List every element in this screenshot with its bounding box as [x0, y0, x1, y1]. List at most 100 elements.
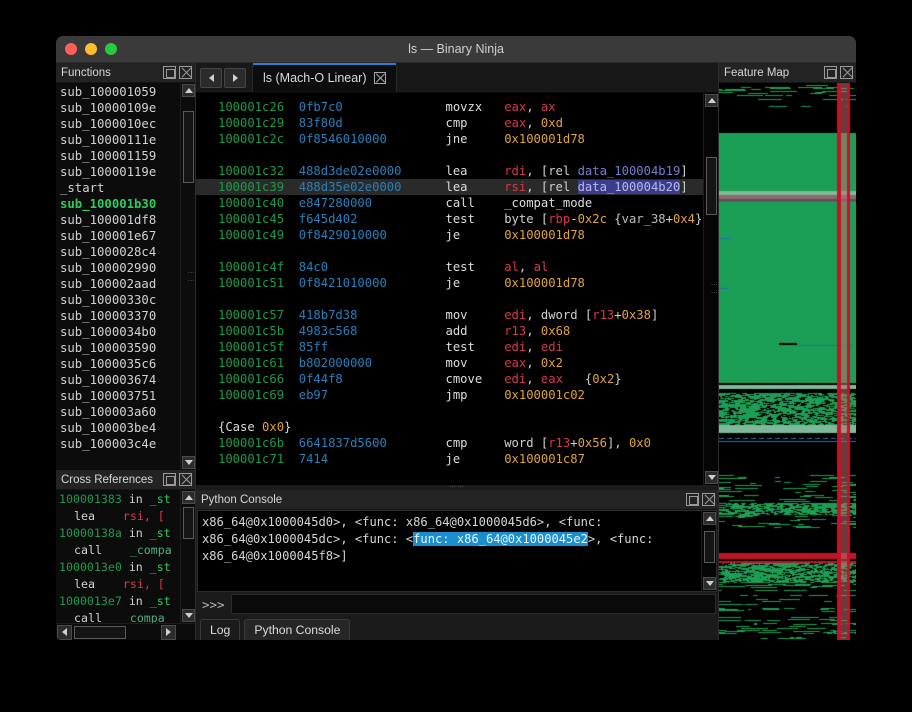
xref-scrollbar[interactable] — [180, 490, 195, 623]
close-icon[interactable] — [840, 66, 853, 79]
disassembly-case-label: {Case 0x0} — [218, 420, 292, 434]
popout-icon[interactable] — [686, 493, 699, 506]
feature-map[interactable] — [719, 83, 856, 640]
xref-address-row[interactable]: 1000013e7 in _st — [56, 593, 180, 610]
disassembly-line[interactable]: 100001c45 f645d402 test byte [rbp-0x2c {… — [196, 211, 703, 227]
console-input[interactable] — [230, 594, 716, 614]
tab-python-console[interactable]: Python Console — [244, 619, 351, 640]
scroll-up-icon[interactable] — [182, 491, 195, 504]
scrollbar-thumb[interactable] — [706, 157, 717, 215]
scroll-down-icon[interactable] — [705, 471, 718, 484]
xref-instruction-row[interactable]: call compa — [56, 610, 180, 623]
nav-back-button[interactable] — [200, 68, 222, 88]
scroll-up-icon[interactable] — [703, 512, 716, 525]
disassembly-line[interactable]: 100001c71 7414 je 0x100001c87 — [196, 451, 703, 467]
xref-address-row[interactable]: 10000138a in _st — [56, 525, 180, 542]
function-list-item[interactable]: sub_100003be4 — [56, 420, 180, 436]
scrollbar-thumb[interactable] — [704, 531, 715, 563]
xref-address-row[interactable]: 1000013e0 in _st — [56, 559, 180, 576]
function-list-item[interactable]: sub_100003590 — [56, 340, 180, 356]
disassembly-line[interactable]: 100001c29 83f80d cmp eax, 0xd — [196, 115, 703, 131]
scroll-up-icon[interactable] — [182, 84, 195, 97]
panel-resize-grip[interactable]: ⋮⋮ — [186, 269, 194, 285]
minimize-window-button[interactable] — [85, 43, 97, 55]
disassembly-line[interactable]: 100001c32 488d3de02e0000 lea rdi, [rel d… — [196, 163, 703, 179]
tab-log[interactable]: Log — [200, 619, 241, 640]
scrollbar-thumb[interactable] — [183, 507, 194, 539]
function-list-item[interactable]: sub_1000035c6 — [56, 356, 180, 372]
feature-map-sidebar: Feature Map — [718, 63, 856, 640]
functions-list[interactable]: sub_100001059 sub_10000109e sub_1000010ec s… — [56, 83, 180, 470]
disassembly-line[interactable]: 100001c39 488d35e02e0000 lea rsi, [rel d… — [196, 179, 703, 195]
feature-map-canvas[interactable] — [719, 83, 856, 640]
function-list-item[interactable]: sub_100001df8 — [56, 212, 180, 228]
close-window-button[interactable] — [65, 43, 77, 55]
scroll-down-icon[interactable] — [182, 609, 195, 622]
function-list-item[interactable]: sub_100003a60 — [56, 404, 180, 420]
disassembly-scrollbar[interactable]: ⋮⋮ — [703, 93, 718, 485]
function-list-item[interactable]: sub_10000109e — [56, 100, 180, 116]
function-list-item[interactable]: sub_100003751 — [56, 388, 180, 404]
xref-instruction-row[interactable]: call _compa — [56, 542, 180, 559]
function-list-item[interactable]: sub_100001059 — [56, 84, 180, 100]
disassembly-line[interactable]: 100001c4f 84c0 test al, al — [196, 259, 703, 275]
disassembly-line[interactable]: 100001c57 418b7d38 mov edi, dword [r13+0… — [196, 307, 703, 323]
xref-instruction-row[interactable]: lea rsi, [ — [56, 576, 180, 593]
function-list-item[interactable]: sub_100002990 — [56, 260, 180, 276]
scroll-up-icon[interactable] — [705, 94, 718, 107]
xref-address-row[interactable]: 100001383 in _st — [56, 491, 180, 508]
tab-ls-macho-linear[interactable]: ls (Mach-O Linear) — [252, 63, 397, 92]
disassembly-view[interactable]: 100001c26 0fb7c0 movzx eax, ax 100001c29 … — [196, 93, 703, 485]
console-scrollbar[interactable] — [701, 511, 716, 591]
function-list-item[interactable]: sub_100003370 — [56, 308, 180, 324]
function-list-item[interactable]: sub_100001e67 — [56, 228, 180, 244]
scroll-down-icon[interactable] — [703, 577, 716, 590]
function-list-item[interactable]: sub_10000330c — [56, 292, 180, 308]
function-list-item[interactable]: sub_1000028c4 — [56, 244, 180, 260]
function-list-item[interactable]: sub_100001159 — [56, 148, 180, 164]
function-list-item[interactable]: sub_10000111e — [56, 132, 180, 148]
scrollbar-thumb[interactable] — [183, 111, 194, 183]
function-list-item[interactable]: sub_100003674 — [56, 372, 180, 388]
traffic-lights — [56, 43, 117, 55]
maximize-window-button[interactable] — [105, 43, 117, 55]
console-output-container: x86_64@0x1000045d0>, <func: x86_64@0x100… — [197, 510, 717, 592]
close-icon[interactable] — [702, 493, 715, 506]
window-titlebar[interactable]: ls — Binary Ninja — [56, 36, 856, 63]
popout-icon[interactable] — [824, 66, 837, 79]
xref-horizontal-scrollbar[interactable] — [56, 623, 195, 640]
disassembly-line[interactable]: 100001c66 0f44f8 cmove edi, eax {0x2} — [196, 371, 703, 387]
popout-icon[interactable] — [163, 66, 176, 79]
function-list-item[interactable]: sub_100002aad — [56, 276, 180, 292]
console-panel-header: Python Console — [196, 490, 718, 510]
scroll-down-icon[interactable] — [182, 456, 195, 469]
disassembly-line[interactable]: 100001c5b 4983c568 add r13, 0x68 — [196, 323, 703, 339]
disassembly-line[interactable]: 100001c40 e847280000 call _compat_mode — [196, 195, 703, 211]
xref-list[interactable]: 100001383 in _st lea rsi, [10000138a in _… — [56, 490, 180, 623]
console-output: x86_64@0x1000045d0>, <func: x86_64@0x100… — [202, 515, 654, 563]
scroll-right-icon[interactable] — [161, 624, 176, 640]
xref-instruction-row[interactable]: lea rsi, [ — [56, 508, 180, 525]
disassembly-line[interactable]: 100001c61 b802000000 mov eax, 0x2 — [196, 355, 703, 371]
function-list-item[interactable]: sub_10000119e — [56, 164, 180, 180]
function-list-item[interactable]: sub_100001b30 — [56, 196, 180, 212]
disassembly-line[interactable]: 100001c26 0fb7c0 movzx eax, ax — [196, 99, 703, 115]
disassembly-line[interactable]: 100001c6b 6641837d5600 cmp word [r13+0x5… — [196, 435, 703, 451]
nav-forward-button[interactable] — [224, 68, 246, 88]
function-list-item[interactable]: sub_1000034b0 — [56, 324, 180, 340]
disassembly-line[interactable]: 100001c5f 85ff test edi, edi — [196, 339, 703, 355]
close-icon[interactable] — [179, 473, 192, 486]
disassembly-line[interactable]: 100001c51 0f8421010000 je 0x100001d78 — [196, 275, 703, 291]
function-list-item[interactable]: sub_1000010ec — [56, 116, 180, 132]
disassembly-line[interactable]: 100001c49 0f8429010000 je 0x100001d78 — [196, 227, 703, 243]
disassembly-line[interactable]: 100001c2c 0f8546010000 jne 0x100001d78 — [196, 131, 703, 147]
function-list-item[interactable]: sub_100003c4e — [56, 436, 180, 452]
close-icon[interactable] — [179, 66, 192, 79]
popout-icon[interactable] — [163, 473, 176, 486]
scroll-left-icon[interactable] — [57, 624, 72, 640]
xref-panel-title: Cross References — [61, 473, 154, 486]
close-icon[interactable] — [373, 72, 386, 84]
disassembly-line[interactable]: 100001c69 eb97 jmp 0x100001c02 — [196, 387, 703, 403]
hscrollbar-thumb[interactable] — [74, 625, 126, 639]
function-list-item[interactable]: _start — [56, 180, 180, 196]
